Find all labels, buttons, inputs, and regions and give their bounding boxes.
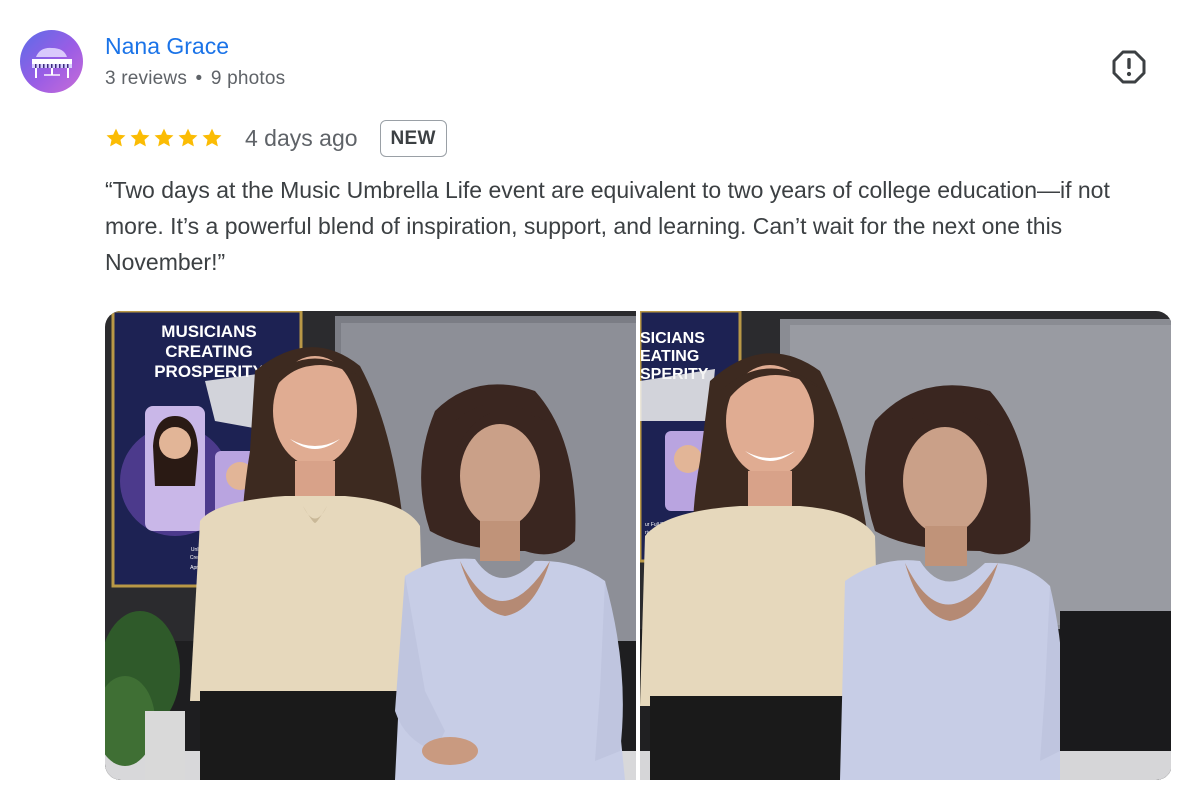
star-rating [105,127,223,149]
poster-line: SICIANS [640,330,705,347]
photo-count: 9 photos [210,68,286,89]
author-name-link[interactable]: Nana Grace [105,33,229,60]
rating-row: 4 days ago NEW [105,117,447,159]
new-badge: NEW [379,119,447,157]
review-photo[interactable]: SICIANS EATING SPERITY ur Full Pot rivin… [640,311,1171,780]
photo-gallery: MUSICIANS CREATING PROSPERITY Unlock You… [105,311,1172,780]
review-photo[interactable]: MUSICIANS CREATING PROSPERITY Unlock You… [105,311,636,780]
avatar[interactable] [20,30,83,93]
meta-separator: • [195,68,203,89]
poster-line: EATING [640,348,699,365]
star-icon [106,128,126,147]
review-photo-image: SICIANS EATING SPERITY ur Full Pot rivin… [640,311,1171,780]
review-count: 3 reviews [105,68,188,89]
report-icon [1112,50,1146,84]
poster-line: CREATING [165,342,253,361]
poster-line: MUSICIANS [161,322,256,341]
star-icon [202,128,222,147]
star-icon [178,128,198,147]
author-meta: 3 reviews • 9 photos [105,68,285,90]
review-card: Nana Grace 3 reviews • 9 photos 4 days a… [0,0,1200,807]
review-time: 4 days ago [245,124,358,151]
review-photo-image: MUSICIANS CREATING PROSPERITY Unlock You… [105,311,636,780]
review-text: “Two days at the Music Umbrella Life eve… [105,177,1110,275]
star-icon [154,128,174,147]
report-button[interactable] [1111,49,1147,85]
piano-icon [32,47,72,78]
star-icon [130,128,150,147]
